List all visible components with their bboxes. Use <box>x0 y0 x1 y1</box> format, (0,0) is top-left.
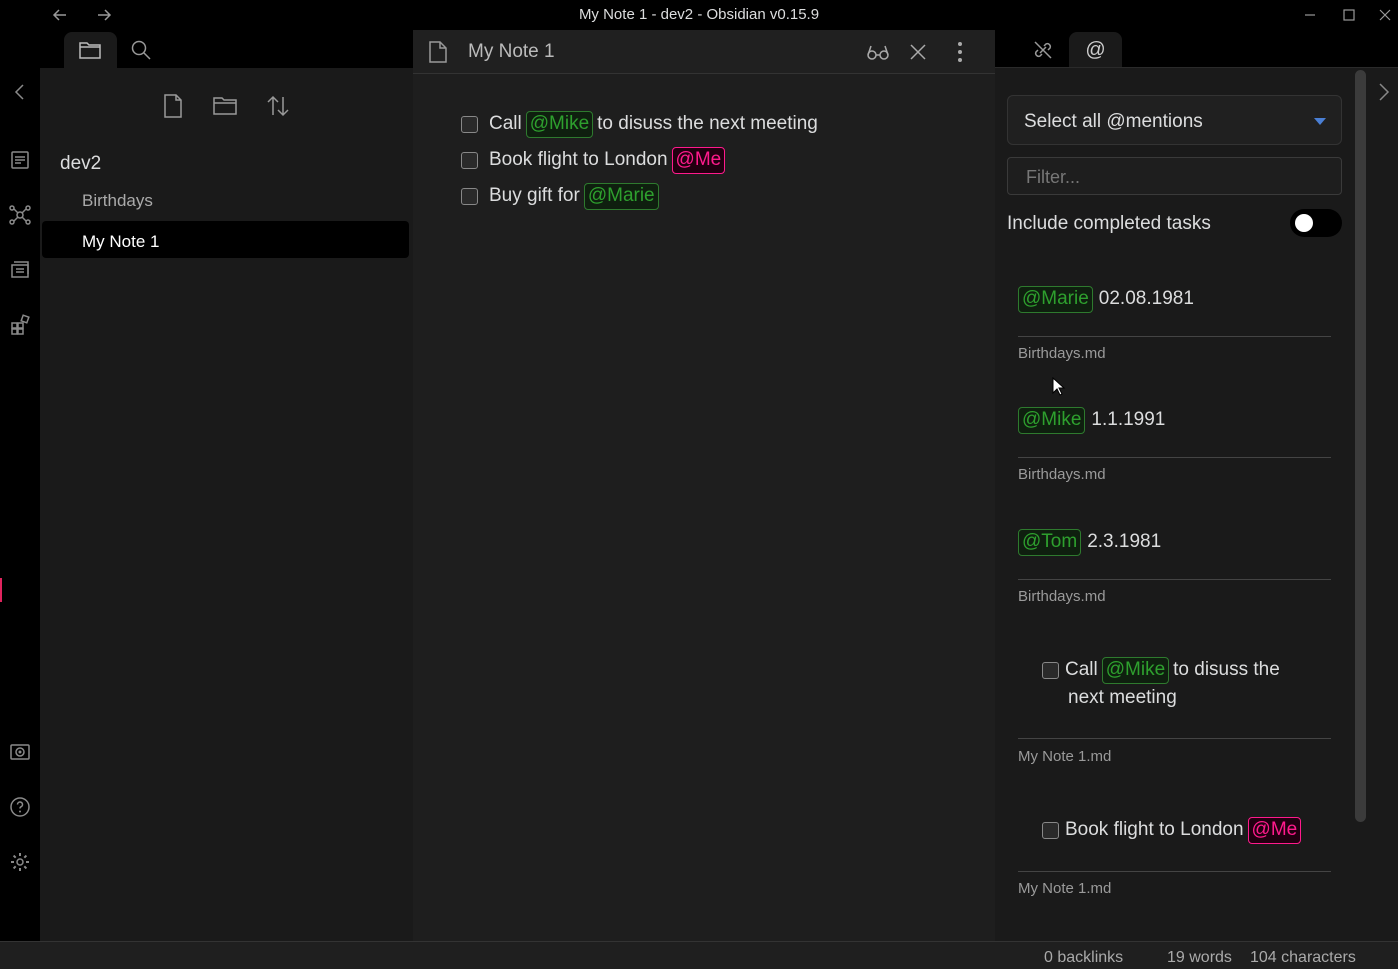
entry-text: Book flight to London <box>1065 819 1244 841</box>
mention-tag[interactable]: @Marie <box>1018 286 1093 313</box>
task-text: Call <box>489 113 522 135</box>
canvas-icon[interactable] <box>8 258 32 282</box>
mention-entry[interactable]: @Marie 02.08.1981 <box>1018 286 1194 313</box>
new-folder-icon[interactable] <box>212 93 238 119</box>
note-title[interactable]: My Note 1 <box>468 41 555 63</box>
entry-text: 2.3.1981 <box>1087 531 1162 553</box>
minimize-icon[interactable] <box>1300 5 1320 25</box>
filter-input[interactable]: Filter... <box>1007 157 1342 195</box>
tab-mentions[interactable]: @ <box>1069 32 1122 68</box>
task-item: Book flight to London @Me <box>461 147 729 174</box>
right-sidebar-tabs: @ <box>995 30 1398 68</box>
task-text: to disuss the next meeting <box>597 113 818 135</box>
mention-entry[interactable]: @Tom 2.3.1981 <box>1018 529 1161 556</box>
task-checkbox[interactable] <box>1042 661 1059 679</box>
reading-view-icon[interactable] <box>866 42 890 62</box>
close-window-icon[interactable] <box>1375 5 1395 25</box>
mention-tag[interactable]: @Me <box>671 147 726 174</box>
entry-source[interactable]: Birthdays.md <box>1018 345 1106 362</box>
editor-header: My Note 1 <box>413 30 995 74</box>
entry-text: next meeting <box>1068 686 1177 708</box>
word-count: 19 words <box>1167 949 1232 966</box>
entry-divider <box>1018 457 1331 458</box>
entry-source[interactable]: My Note 1.md <box>1018 880 1111 897</box>
mouse-cursor-icon <box>1052 377 1066 397</box>
quick-switcher-icon[interactable] <box>8 148 32 172</box>
backlinks-tab-icon[interactable] <box>1031 38 1055 62</box>
sort-icon[interactable] <box>265 93 291 119</box>
entry-source[interactable]: Birthdays.md <box>1018 588 1106 605</box>
mention-entry[interactable]: @Mike 1.1.1991 <box>1018 407 1165 434</box>
entry-text: to disuss the <box>1173 659 1280 681</box>
file-icon <box>428 40 448 64</box>
entry-text: Call <box>1065 659 1098 681</box>
panel-scrollbar[interactable] <box>1355 70 1366 822</box>
mention-tag[interactable]: @Mike <box>1018 407 1086 434</box>
include-completed-toggle[interactable] <box>1290 209 1342 237</box>
settings-gear-icon[interactable] <box>8 850 32 874</box>
window-title: My Note 1 - dev2 - Obsidian v0.15.9 <box>578 6 820 23</box>
collapse-right-icon[interactable] <box>1374 80 1394 104</box>
character-count: 104 characters <box>1250 949 1356 966</box>
graph-view-icon[interactable] <box>8 203 32 227</box>
collapse-left-icon[interactable] <box>8 80 32 104</box>
ribbon <box>0 30 40 941</box>
more-options-icon[interactable] <box>953 40 967 64</box>
mention-task-entry[interactable]: Call @Mike to disuss the next meeting <box>1042 657 1280 709</box>
task-checkbox[interactable] <box>1042 821 1059 839</box>
mention-tag[interactable]: @Mike <box>525 111 594 138</box>
task-checkbox[interactable] <box>461 115 478 133</box>
include-completed-label: Include completed tasks <box>1007 213 1211 234</box>
entry-source[interactable]: Birthdays.md <box>1018 466 1106 483</box>
title-bar: My Note 1 - dev2 - Obsidian v0.15.9 <box>0 0 1398 30</box>
maximize-icon[interactable] <box>1339 5 1359 25</box>
folder-icon <box>78 39 102 61</box>
backlinks-count[interactable]: 0 backlinks <box>1044 949 1123 967</box>
mention-tag[interactable]: @Me <box>1247 817 1302 844</box>
help-icon[interactable] <box>8 795 32 819</box>
entry-divider <box>1018 738 1331 739</box>
vault-name[interactable]: dev2 <box>60 153 101 175</box>
entry-divider <box>1018 336 1331 337</box>
mentions-panel <box>995 68 1398 941</box>
mention-task-entry[interactable]: Book flight to London @Me <box>1042 817 1305 844</box>
file-item-birthdays[interactable]: Birthdays <box>82 191 153 211</box>
task-text: Buy gift for <box>489 185 580 207</box>
search-icon[interactable] <box>130 39 152 61</box>
mention-tag[interactable]: @Marie <box>583 183 659 210</box>
select-label: Select all @mentions <box>1024 111 1203 132</box>
plugins-icon[interactable] <box>8 313 32 337</box>
entry-divider <box>1018 579 1331 580</box>
vault-icon[interactable] <box>8 740 32 764</box>
at-sign-icon: @ <box>1085 39 1106 61</box>
entry-divider <box>1018 871 1331 872</box>
chevron-down-icon <box>1313 117 1327 126</box>
tab-files[interactable] <box>64 32 117 68</box>
entry-source[interactable]: My Note 1.md <box>1018 748 1111 765</box>
active-indicator <box>0 578 2 602</box>
file-item-my-note-1[interactable]: My Note 1 <box>42 221 409 258</box>
entry-text: 1.1.1991 <box>1091 409 1166 431</box>
task-item: Call @Mike to disuss the next meeting <box>461 111 818 138</box>
task-checkbox[interactable] <box>461 151 478 169</box>
new-note-icon[interactable] <box>160 93 186 119</box>
entry-text: 02.08.1981 <box>1098 288 1194 310</box>
task-checkbox[interactable] <box>461 187 478 205</box>
file-item-label: My Note 1 <box>82 232 160 251</box>
toggle-knob <box>1295 214 1313 232</box>
task-item: Buy gift for @Marie <box>461 183 663 210</box>
status-bar: 0 backlinks 19 words 104 characters <box>0 941 1398 969</box>
task-text: Book flight to London <box>489 149 668 171</box>
mention-tag[interactable]: @Tom <box>1018 529 1082 556</box>
close-tab-icon[interactable] <box>908 42 928 62</box>
mentions-select[interactable]: Select all @mentions <box>1007 95 1342 145</box>
mention-tag[interactable]: @Mike <box>1101 657 1170 684</box>
left-sidebar-tabs <box>40 30 413 68</box>
